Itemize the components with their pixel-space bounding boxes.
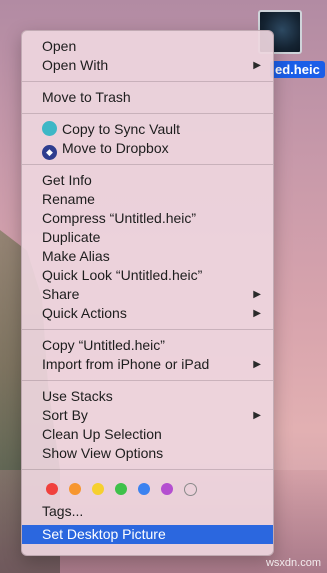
file-name-label[interactable]: ed.heic [270, 61, 325, 78]
tag-blue-dot[interactable] [138, 483, 150, 495]
watermark-text: wsxdn.com [265, 557, 321, 569]
menu-separator [22, 329, 273, 330]
menu-item-label: Set Desktop Picture [42, 526, 166, 542]
tag-red-dot[interactable] [46, 483, 58, 495]
menu-item-label: Sort By [42, 407, 88, 423]
menu-item-label: Get Info [42, 172, 92, 188]
menu-separator [22, 164, 273, 165]
tag-purple-dot[interactable] [161, 483, 173, 495]
menu-item-label: Compress “Untitled.heic” [42, 210, 197, 226]
menu-item-label: Open With [42, 57, 109, 73]
sync-vault-icon [42, 121, 57, 136]
submenu-arrow-icon: ▶ [253, 410, 261, 421]
menu-item-show-view-options[interactable]: Show View Options [22, 444, 273, 463]
menu-item-tags[interactable]: Tags... [22, 502, 273, 521]
menu-item-label: Clean Up Selection [42, 426, 162, 442]
menu-item-get-info[interactable]: Get Info [22, 171, 273, 190]
menu-item-label: Duplicate [42, 229, 101, 245]
menu-item-label: Make Alias [42, 248, 110, 264]
menu-item-label: Quick Look “Untitled.heic” [42, 267, 203, 283]
menu-item-open[interactable]: Open [22, 37, 273, 56]
menu-item-label: Share [42, 286, 80, 302]
menu-item-rename[interactable]: Rename [22, 190, 273, 209]
submenu-arrow-icon: ▶ [253, 60, 261, 71]
context-menu: Open Open With ▶ Move to Trash Copy to S… [21, 30, 274, 556]
menu-item-label: Quick Actions [42, 305, 127, 321]
dropbox-icon: ◆ [42, 145, 57, 160]
menu-item-quick-actions[interactable]: Quick Actions ▶ [22, 304, 273, 323]
menu-separator [22, 81, 273, 82]
menu-item-label: Import from iPhone or iPad [42, 356, 210, 372]
submenu-arrow-icon: ▶ [253, 359, 261, 370]
menu-item-label: Copy “Untitled.heic” [42, 337, 165, 353]
tag-color-row [22, 476, 273, 502]
menu-item-label: Use Stacks [42, 388, 113, 404]
menu-item-use-stacks[interactable]: Use Stacks [22, 387, 273, 406]
tag-gray-dot[interactable] [184, 482, 197, 496]
menu-item-label: Move to Trash [42, 89, 131, 105]
menu-item-make-alias[interactable]: Make Alias [22, 247, 273, 266]
submenu-arrow-icon: ▶ [253, 289, 261, 300]
menu-item-label: Rename [42, 191, 95, 207]
menu-item-open-with[interactable]: Open With ▶ [22, 56, 273, 75]
menu-separator [22, 113, 273, 114]
tag-orange-dot[interactable] [69, 483, 81, 495]
menu-item-move-to-dropbox[interactable]: ◆ Move to Dropbox [22, 139, 273, 160]
menu-item-set-desktop-picture[interactable]: Set Desktop Picture [22, 525, 273, 544]
menu-item-copy-to-sync-vault[interactable]: Copy to Sync Vault [22, 120, 273, 139]
menu-separator [22, 469, 273, 470]
menu-item-label: Copy to Sync Vault [62, 121, 181, 137]
menu-item-quick-look[interactable]: Quick Look “Untitled.heic” [22, 266, 273, 285]
menu-item-label: Show View Options [42, 445, 164, 461]
submenu-arrow-icon: ▶ [253, 308, 261, 319]
menu-item-duplicate[interactable]: Duplicate [22, 228, 273, 247]
menu-item-sort-by[interactable]: Sort By ▶ [22, 406, 273, 425]
menu-item-label: Move to Dropbox [62, 140, 169, 156]
menu-item-import-from-iphone[interactable]: Import from iPhone or iPad ▶ [22, 355, 273, 374]
menu-item-move-to-trash[interactable]: Move to Trash [22, 88, 273, 107]
menu-item-share[interactable]: Share ▶ [22, 285, 273, 304]
menu-item-copy-file[interactable]: Copy “Untitled.heic” [22, 336, 273, 355]
menu-item-label: Open [42, 38, 77, 54]
tag-yellow-dot[interactable] [92, 483, 104, 495]
menu-item-clean-up-selection[interactable]: Clean Up Selection [22, 425, 273, 444]
menu-item-label: Tags... [42, 503, 84, 519]
tag-green-dot[interactable] [115, 483, 127, 495]
menu-item-compress[interactable]: Compress “Untitled.heic” [22, 209, 273, 228]
menu-separator [22, 380, 273, 381]
